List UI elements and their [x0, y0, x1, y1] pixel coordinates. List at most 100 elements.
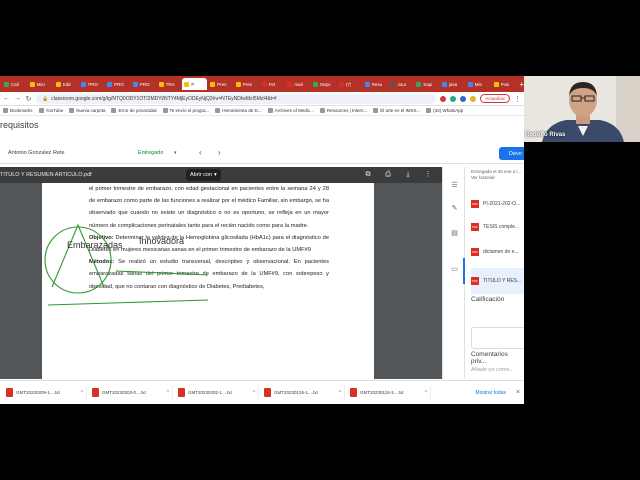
browser-tab[interactable]: Edic: [54, 78, 79, 90]
tab-favicon-icon: [364, 81, 370, 87]
update-button[interactable]: Actualizar: [480, 94, 510, 103]
browser-tab[interactable]: Pren: [234, 78, 259, 90]
pdf-icon: PDF: [471, 277, 479, 285]
tab-favicon-icon: [81, 81, 87, 87]
download-icon[interactable]: ⤓: [403, 170, 413, 180]
download-item[interactable]: GMT20230202-1....txt ^: [176, 384, 259, 401]
tab-label: Sapi: [423, 81, 433, 87]
bookmark-item[interactable]: Herramienta de D...: [215, 108, 262, 113]
attachment-item[interactable]: PDF TITULO Y RES...: [471, 268, 524, 294]
side-rail: ☰ ✎ ▤ ▭: [443, 167, 465, 379]
download-item[interactable]: GMT20230203-0....txt ^: [90, 384, 173, 401]
annotation-innovadora: Innovadora: [139, 236, 185, 246]
browser-tab[interactable]: mail: [285, 78, 310, 90]
download-filename: GMT20230126-1....txt: [274, 390, 318, 395]
bookmark-item[interactable]: Bookmarks: [3, 108, 33, 113]
show-all-button[interactable]: Mostrar todas: [475, 390, 506, 396]
print-icon[interactable]: ⎙: [383, 170, 393, 180]
bookmark-item[interactable]: Te envío el progra...: [162, 108, 209, 113]
back-icon[interactable]: ←: [3, 95, 10, 102]
tab-favicon-icon: [132, 81, 138, 87]
tab-strip: Call Micr Edic PRO PRO PRO TRA P Pren Pren Fet mail…: [0, 76, 524, 92]
tab-favicon-icon: [107, 81, 113, 87]
attachment-item[interactable]: PDF dictamen de e...: [471, 239, 524, 265]
browser-tab[interactable]: PRO: [131, 78, 156, 90]
chevron-up-icon[interactable]: ^: [425, 390, 427, 396]
download-item[interactable]: GMT20230119-3....txt ^: [348, 384, 431, 401]
browser-tab[interactable]: Call: [2, 78, 27, 90]
more-options-icon[interactable]: ⋮: [423, 170, 433, 180]
tab-label: Posi: [500, 81, 510, 87]
bookmark-item[interactable]: YouTube: [38, 108, 63, 113]
comment-icon[interactable]: ✎: [450, 204, 459, 213]
comment-input[interactable]: Añade un come...: [471, 367, 514, 373]
browser-tab[interactable]: (7): [337, 78, 362, 90]
student-name[interactable]: Antonio Gonzalez Rete: [8, 150, 65, 156]
browser-tab[interactable]: java: [440, 78, 465, 90]
browser-tab[interactable]: Mis: [466, 78, 491, 90]
browser-tab[interactable]: Depc: [311, 78, 336, 90]
return-button[interactable]: Devo: [499, 147, 524, 160]
browser-tab[interactable]: PRO: [79, 78, 104, 90]
side-panel: ☰ ✎ ▤ ▭ Entregada el 26 ene a l... Ver h…: [442, 167, 524, 379]
download-item[interactable]: GMT20230126-1....txt ^: [262, 384, 345, 401]
chevron-up-icon[interactable]: ^: [167, 390, 169, 396]
extension-icon[interactable]: [440, 95, 447, 102]
browser-tab[interactable]: Sapi: [414, 78, 439, 90]
browser-tab[interactable]: PRO: [105, 78, 130, 90]
details-icon[interactable]: ☰: [450, 181, 459, 190]
browser-tab[interactable]: Fet: [260, 78, 285, 90]
url-input[interactable]: 🔒 classroom.google.com/g/tg/NTQ0ODY1OTI2…: [36, 93, 437, 104]
browser-tab[interactable]: TRA: [157, 78, 182, 90]
browser-tab[interactable]: Posi: [492, 78, 517, 90]
menu-icon[interactable]: ⋮: [514, 95, 521, 103]
bookmark-item[interactable]: Nueva carpeta: [69, 108, 105, 113]
close-icon[interactable]: ×: [516, 389, 520, 396]
pdf-page: el primer trimestre de embarazo, con eda…: [42, 183, 374, 379]
next-student-icon[interactable]: ›: [218, 148, 221, 157]
browser-tab[interactable]: Micr: [28, 78, 53, 90]
chevron-up-icon[interactable]: ^: [81, 390, 83, 396]
reload-icon[interactable]: ↻: [25, 95, 32, 103]
file-icon[interactable]: ▤: [450, 229, 459, 238]
bookmark-item[interactable]: Resources | Intern...: [319, 108, 367, 113]
webcam-tile: Rodolfo Rivas: [524, 76, 640, 142]
browser-tab[interactable]: P: [182, 78, 208, 90]
pdf-icon: PDF: [471, 223, 479, 231]
history-link[interactable]: Ver historial: [471, 175, 521, 181]
bookmark-item[interactable]: Archives of Medic...: [267, 108, 314, 113]
grade-input[interactable]: [471, 327, 524, 349]
browser-tab[interactable]: Pren: [208, 78, 233, 90]
file-icon[interactable]: ▭: [450, 265, 459, 274]
tab-label: java: [449, 81, 458, 87]
browser-window: Call Micr Edic PRO PRO PRO TRA P Pren Pren Fet mail…: [0, 76, 524, 404]
forward-icon[interactable]: →: [14, 95, 21, 102]
submission-info: Entregada el 26 ene a l... Ver historial: [471, 169, 521, 181]
extension-icon[interactable]: [460, 95, 467, 102]
tab-label: Mis: [474, 81, 482, 87]
tab-favicon-icon: [390, 81, 396, 87]
chevron-up-icon[interactable]: ^: [339, 390, 341, 396]
bookmark-item[interactable]: El arte en el IMSS...: [373, 108, 420, 113]
browser-tab[interactable]: Resu: [363, 78, 388, 90]
extension-icon[interactable]: [450, 95, 457, 102]
tab-label: Edic: [62, 81, 72, 87]
extension-icon[interactable]: [470, 95, 477, 102]
attachment-item[interactable]: PDF TESIS comple...: [471, 214, 524, 240]
bookmark-item[interactable]: (34) WhatsApp: [426, 108, 463, 113]
popout-icon[interactable]: ⧉: [363, 170, 373, 180]
previous-student-icon[interactable]: ‹: [199, 148, 202, 157]
bookmark-favicon-icon: [215, 108, 221, 113]
pdf-viewer: TITULO Y RESUMEN ARTICULO.pdf Abrir con …: [0, 167, 442, 379]
participant-name: Rodolfo Rivas: [525, 132, 566, 138]
student-dropdown-icon[interactable]: ▾: [174, 150, 177, 156]
tab-favicon-icon: [287, 81, 293, 87]
chevron-down-icon: ▾: [214, 172, 217, 178]
tab-favicon-icon: [235, 81, 241, 87]
browser-tab[interactable]: Jour: [388, 78, 413, 90]
download-item[interactable]: GMT20230209-1....txt ^: [4, 384, 87, 401]
methods-text: Se realizó un estudio transversal, descr…: [89, 259, 329, 290]
open-with-button[interactable]: Abrir con ▾: [186, 169, 221, 181]
chevron-up-icon[interactable]: ^: [253, 390, 255, 396]
bookmark-item[interactable]: Error de privacidad: [111, 108, 157, 113]
